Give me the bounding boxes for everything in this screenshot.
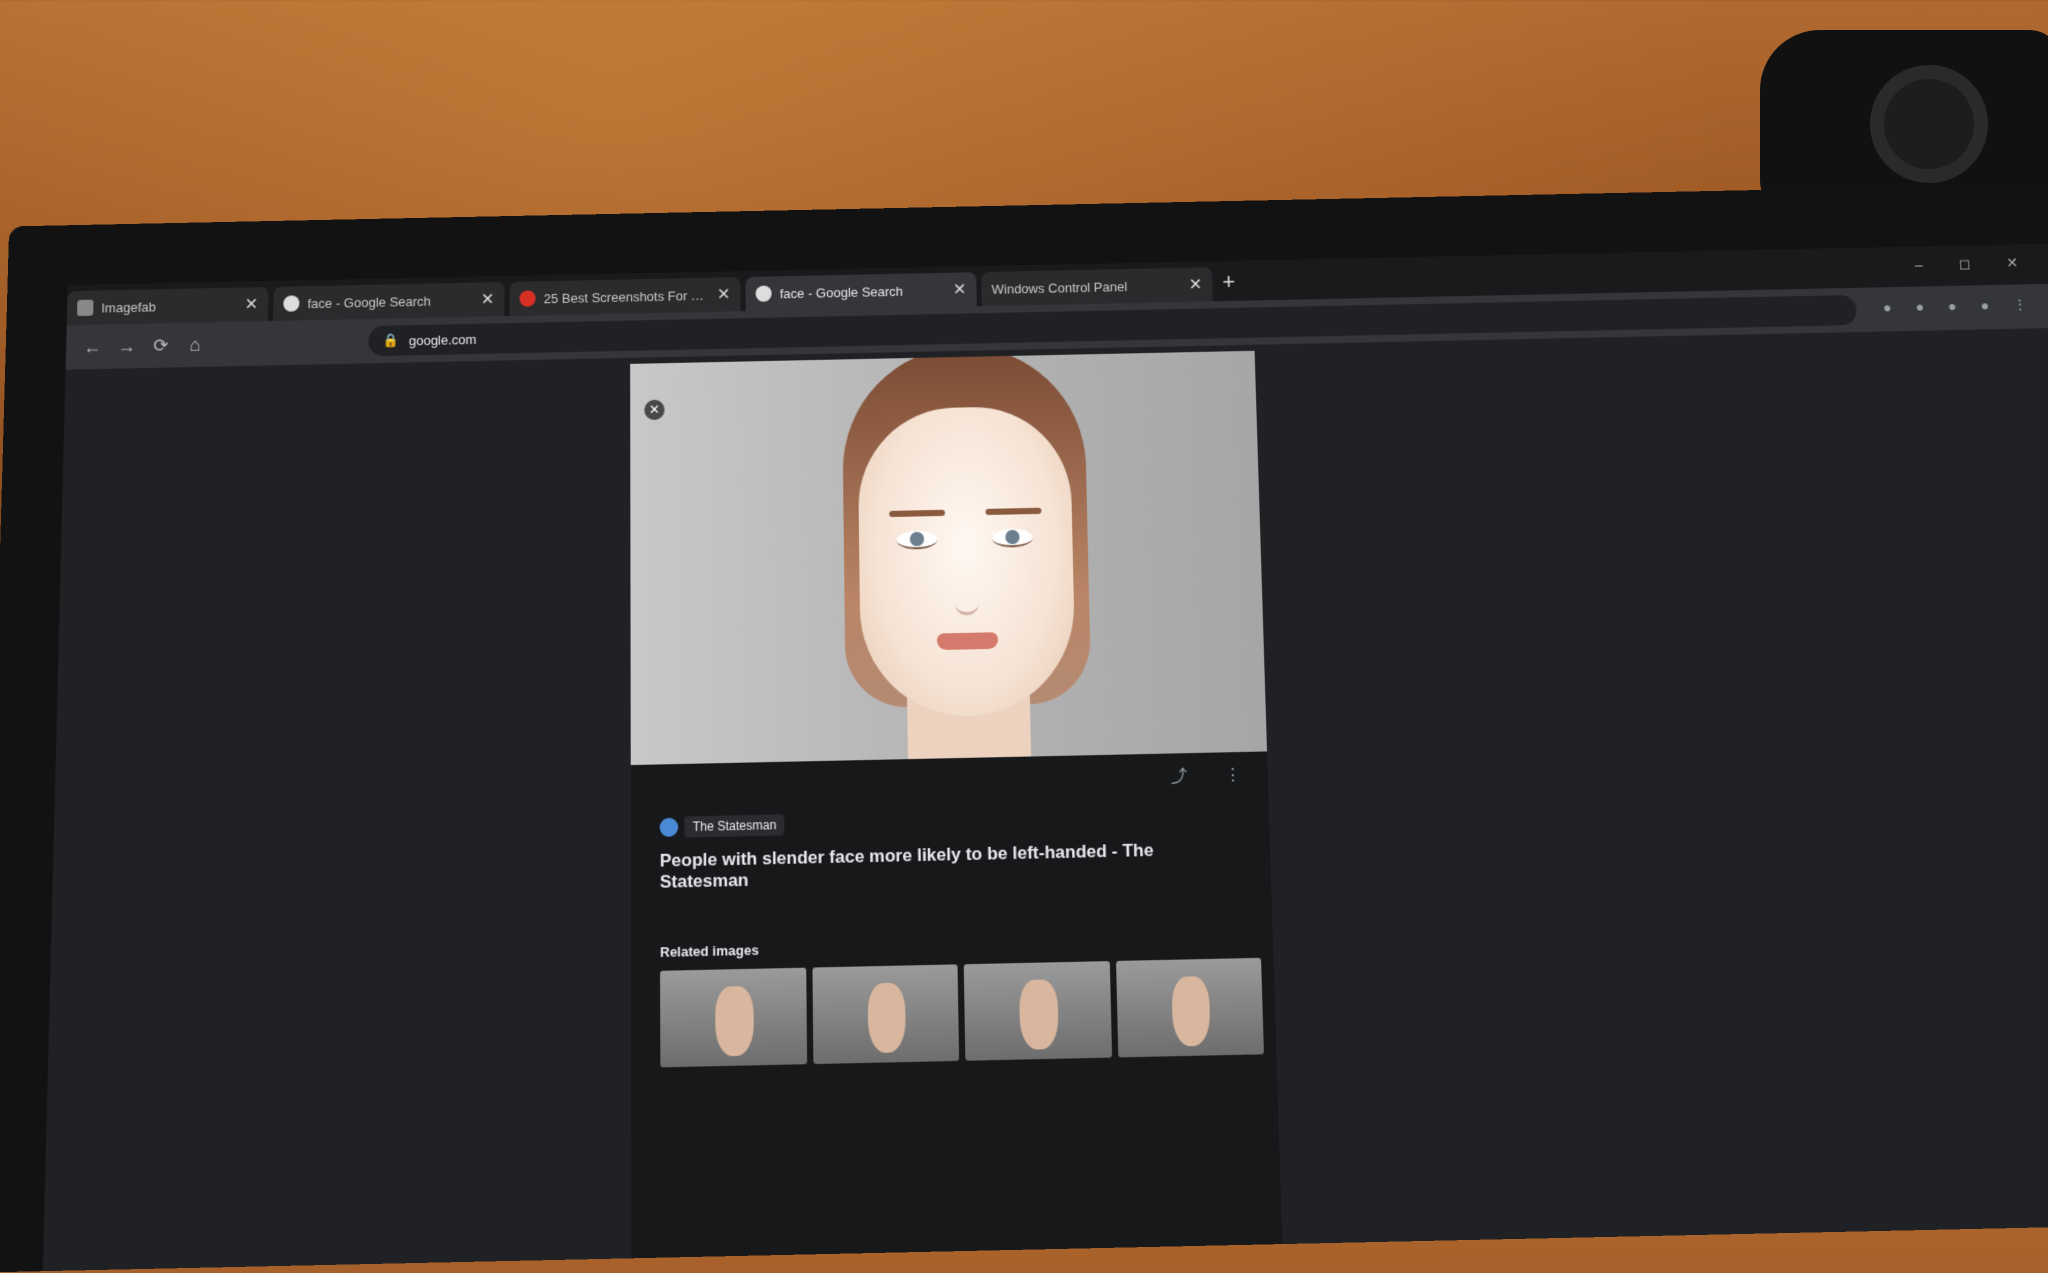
related-thumb[interactable] bbox=[963, 961, 1112, 1061]
home-icon[interactable]: ⌂ bbox=[183, 332, 208, 357]
portrait-lips bbox=[936, 632, 999, 651]
related-images bbox=[660, 957, 1264, 1068]
source-name: The Statesman bbox=[684, 814, 785, 838]
viewer-actions[interactable]: ⤴ ⋮ bbox=[1170, 760, 1258, 787]
source-badge[interactable]: The Statesman bbox=[659, 814, 785, 838]
extension-icons[interactable]: ● ● ● ● ⋮ bbox=[1883, 296, 2038, 316]
google-favicon-icon bbox=[755, 285, 772, 302]
back-arrow-icon[interactable]: ← bbox=[80, 335, 105, 360]
reload-icon[interactable]: ⟳ bbox=[149, 333, 174, 358]
tab-control-panel[interactable]: Windows Control Panel ✕ bbox=[981, 267, 1213, 307]
lock-icon: 🔒 bbox=[382, 332, 399, 348]
portrait-brow bbox=[889, 509, 946, 518]
result-headline[interactable]: People with slender face more likely to … bbox=[660, 838, 1238, 893]
forward-arrow-icon[interactable]: → bbox=[114, 334, 139, 359]
webcam-lens bbox=[1870, 65, 1988, 183]
tab-google-search-active[interactable]: face - Google Search ✕ bbox=[745, 272, 977, 312]
tab-title: face - Google Search bbox=[307, 293, 432, 311]
tab-imagefab[interactable]: Imagefab ✕ bbox=[66, 286, 269, 326]
google-favicon-icon bbox=[283, 295, 300, 312]
close-icon[interactable]: ✕ bbox=[481, 289, 495, 309]
image-viewer-panel: ✕ ⤴ ⋮ The Statesman People with slender … bbox=[630, 350, 1283, 1259]
close-icon[interactable]: ✕ bbox=[717, 284, 731, 304]
close-viewer-icon[interactable]: ✕ bbox=[644, 399, 665, 421]
related-thumb[interactable] bbox=[811, 964, 960, 1065]
portrait-brow bbox=[985, 507, 1042, 516]
close-icon[interactable]: ✕ bbox=[1189, 274, 1203, 294]
related-thumb[interactable] bbox=[1115, 957, 1264, 1058]
imagefab-favicon-icon bbox=[77, 299, 94, 317]
tab-title: face - Google Search bbox=[779, 283, 904, 301]
tab-title: Imagefab bbox=[101, 298, 157, 316]
preview-image[interactable]: ✕ bbox=[630, 350, 1268, 766]
new-tab-plus-icon[interactable]: + bbox=[1222, 269, 1236, 295]
related-thumb[interactable] bbox=[660, 967, 807, 1068]
close-icon[interactable]: ✕ bbox=[245, 294, 259, 314]
portrait-nose bbox=[954, 570, 980, 616]
tab-best-screenshots[interactable]: 25 Best Screenshots For Your Face ✕ bbox=[509, 277, 741, 317]
tab-google-search-1[interactable]: face - Google Search ✕ bbox=[273, 282, 505, 322]
related-images-title: Related images bbox=[659, 941, 759, 961]
close-icon[interactable]: ✕ bbox=[953, 279, 967, 299]
url-host: google.com bbox=[408, 331, 477, 348]
site-favicon-icon bbox=[519, 290, 536, 307]
window-controls[interactable]: – ◻ ✕ bbox=[1915, 254, 2035, 273]
tab-title: Windows Control Panel bbox=[991, 278, 1128, 297]
browser-window: Imagefab ✕ face - Google Search ✕ 25 Bes… bbox=[42, 243, 2048, 1272]
source-logo-icon bbox=[659, 817, 679, 838]
monitor: Imagefab ✕ face - Google Search ✕ 25 Bes… bbox=[0, 183, 2048, 1273]
tab-title: 25 Best Screenshots For Your Face bbox=[543, 287, 712, 306]
portrait-face bbox=[857, 405, 1077, 719]
